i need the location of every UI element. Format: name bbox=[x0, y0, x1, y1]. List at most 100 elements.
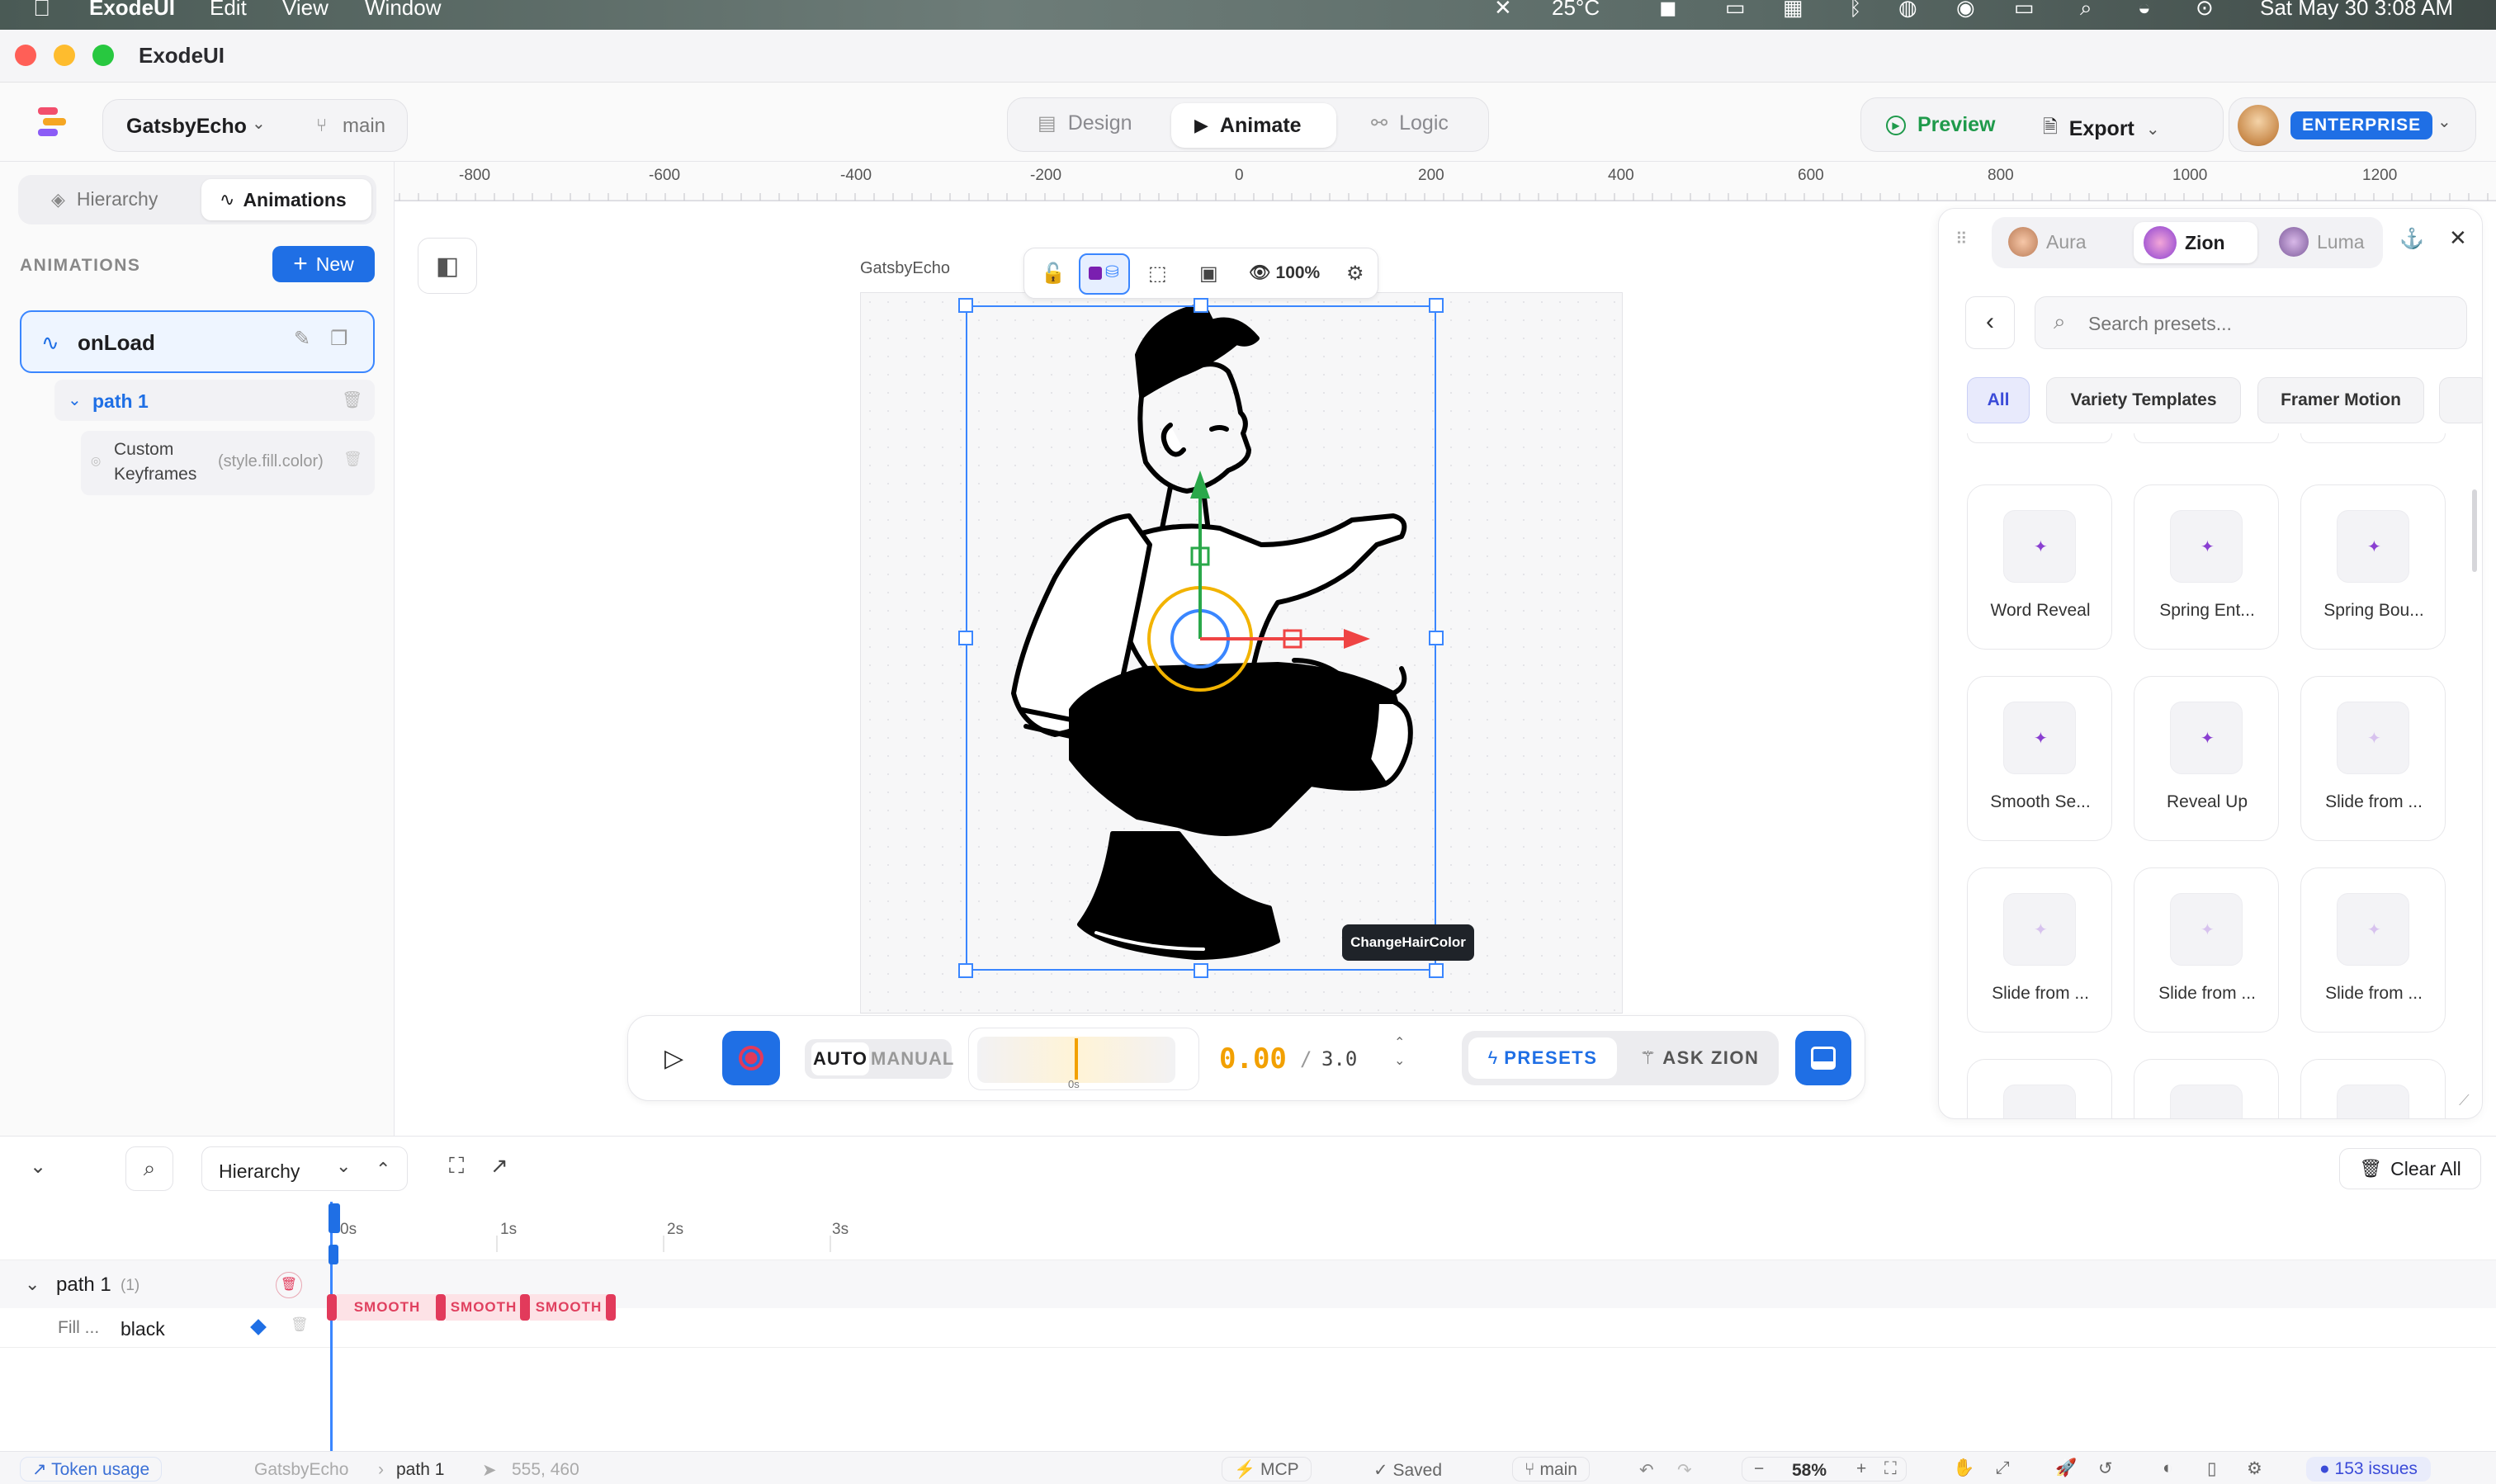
menu-app-name[interactable]: ExodeUI bbox=[89, 0, 175, 21]
project-selector[interactable]: GatsbyEcho ⌄ ⑂ main bbox=[102, 99, 408, 152]
delete-track-icon[interactable]: 🗑 bbox=[276, 1272, 302, 1298]
clear-all-button[interactable]: 🗑 Clear All bbox=[2339, 1148, 2481, 1189]
zoom-window-button[interactable] bbox=[92, 45, 114, 66]
keyframe-marker[interactable] bbox=[327, 1294, 337, 1321]
keyframe-item[interactable]: ◎ Custom Keyframes (style.fill.color) 🗑 bbox=[81, 431, 375, 495]
preset-card[interactable]: ✦ Word Reveal bbox=[1967, 484, 2112, 650]
drag-handle-icon[interactable]: ⠿ bbox=[1955, 229, 1968, 249]
preview-button[interactable]: ▶ Preview bbox=[1886, 113, 1996, 137]
search-button[interactable]: ⌕ bbox=[125, 1146, 173, 1191]
duration-stepper[interactable]: ⌃ ⌄ bbox=[1394, 1034, 1405, 1070]
preset-card[interactable] bbox=[2300, 1059, 2446, 1118]
fullscreen-icon[interactable]: ⤢ bbox=[1996, 1458, 2010, 1478]
crop-icon[interactable]: ⬚ bbox=[1148, 262, 1167, 286]
easing-segment[interactable]: SMOOTH bbox=[530, 1294, 607, 1321]
resize-handle[interactable] bbox=[1194, 963, 1208, 978]
fit-screen-icon[interactable]: ⛶ bbox=[1884, 1459, 1897, 1479]
chip-variety-templates[interactable]: Variety Templates bbox=[2046, 377, 2241, 423]
weather-temperature[interactable]: 25°C bbox=[1552, 0, 1600, 21]
path-item[interactable]: ⌄ path 1 🗑 bbox=[54, 380, 375, 421]
auto-manual-toggle[interactable]: AUTO MANUAL bbox=[805, 1039, 953, 1079]
book-icon[interactable]: ▯ bbox=[2207, 1458, 2217, 1479]
history-icon[interactable]: ↺ bbox=[2098, 1458, 2113, 1479]
unlock-icon[interactable]: 🔓 bbox=[1041, 262, 1066, 286]
time-ruler[interactable]: 0s 1s 2s 3s bbox=[0, 1203, 2496, 1260]
minimize-window-button[interactable] bbox=[54, 45, 75, 66]
tab-animations[interactable]: ∿ Animations bbox=[201, 179, 371, 220]
menu-window[interactable]: Window bbox=[365, 0, 441, 21]
fit-icon[interactable]: ⛶ bbox=[449, 1153, 464, 1179]
apple-icon[interactable]:  bbox=[33, 0, 50, 21]
easing-segment[interactable]: SMOOTH bbox=[446, 1294, 522, 1321]
preset-card[interactable]: ✦ Spring Ent... bbox=[2134, 484, 2279, 650]
trash-icon[interactable]: 🗑 bbox=[342, 390, 362, 410]
toggle-sidebar-button[interactable]: ◧ bbox=[418, 238, 477, 294]
search-icon[interactable]: ⌕ bbox=[2080, 0, 2092, 21]
zoom-out-icon[interactable]: − bbox=[1754, 1459, 1764, 1479]
clock[interactable]: Sat May 30 3:08 AM bbox=[2260, 0, 2453, 21]
panel-toggle-button[interactable] bbox=[1795, 1031, 1851, 1085]
control-center-icon[interactable]: ◒ bbox=[2138, 0, 2151, 21]
expand-icon[interactable]: ↗ bbox=[490, 1153, 508, 1179]
resize-handle[interactable] bbox=[1429, 298, 1444, 313]
preset-card[interactable]: ✦ Slide from ... bbox=[2300, 867, 2446, 1033]
resize-handle[interactable] bbox=[958, 963, 973, 978]
resize-handle[interactable] bbox=[1429, 631, 1444, 645]
playhead[interactable] bbox=[330, 1202, 333, 1451]
chip-framer-motion[interactable]: Framer Motion bbox=[2257, 377, 2424, 423]
theme-icon[interactable]: ◐ bbox=[2163, 1458, 2173, 1478]
preset-card[interactable]: ✦ Slide from ... bbox=[2300, 676, 2446, 841]
mcp-button[interactable]: ⚡ MCP bbox=[1222, 1457, 1312, 1482]
tab-logic[interactable]: ⚯ Logic bbox=[1371, 111, 1449, 135]
menu-view[interactable]: View bbox=[282, 0, 329, 21]
back-button[interactable]: ‹ bbox=[1965, 296, 2015, 349]
animation-item-onload[interactable]: ∿ onLoad ✎ ❐ bbox=[20, 310, 375, 373]
breadcrumb-path[interactable]: path 1 bbox=[396, 1460, 444, 1480]
wifi-icon[interactable]: ◍ bbox=[1898, 0, 1917, 21]
battery-icon[interactable]: ▭ bbox=[2014, 0, 2035, 21]
preset-card[interactable] bbox=[2134, 1059, 2279, 1118]
tab-design[interactable]: ▤ Design bbox=[1038, 111, 1132, 135]
app-logo-icon[interactable] bbox=[35, 104, 71, 140]
preset-card[interactable]: ✦ Spring Bou... bbox=[2300, 484, 2446, 650]
keyframe-marker[interactable] bbox=[520, 1294, 530, 1321]
branch-button[interactable]: ⑂ main bbox=[1512, 1457, 1590, 1482]
settings-sliders-icon[interactable]: ⚙ bbox=[1346, 262, 1364, 286]
export-button[interactable]: 🗎 Export ⌄ bbox=[2043, 113, 2160, 144]
record-button[interactable] bbox=[722, 1031, 780, 1085]
bluetooth-icon[interactable]: ᛒ bbox=[1849, 0, 1862, 21]
user-icon[interactable]: ◉ bbox=[1956, 0, 1975, 21]
preset-card[interactable] bbox=[1967, 1059, 2112, 1118]
trash-icon[interactable]: 🗑 bbox=[291, 1316, 309, 1333]
fill-color-button[interactable]: ⛁ bbox=[1079, 253, 1130, 295]
breadcrumb-project[interactable]: GatsbyEcho bbox=[254, 1460, 348, 1480]
chevron-down-icon[interactable]: ⌄ bbox=[25, 1274, 40, 1295]
avatar[interactable] bbox=[2238, 105, 2279, 146]
grid-icon[interactable]: ▦ bbox=[1783, 0, 1803, 21]
keyframe-marker[interactable] bbox=[436, 1294, 446, 1321]
presets-button[interactable]: ϟ PRESETS bbox=[1468, 1037, 1617, 1079]
tab-zion[interactable]: Zion bbox=[2134, 222, 2257, 263]
token-usage-button[interactable]: ↗ Token usage bbox=[20, 1457, 163, 1482]
gear-icon[interactable]: ⚙ bbox=[2247, 1458, 2262, 1479]
status-icon[interactable]: ◼ bbox=[1659, 0, 1677, 21]
issues-button[interactable]: ● 153 issues bbox=[2306, 1457, 2431, 1482]
preset-card[interactable]: ✦ Slide from ... bbox=[2134, 867, 2279, 1033]
preset-card[interactable]: ✦ Reveal Up bbox=[2134, 676, 2279, 841]
view-select[interactable]: Hierarchy ⌄ ⌃ bbox=[201, 1146, 408, 1191]
ask-zion-button[interactable]: ⚚ ASK ZION bbox=[1627, 1037, 1772, 1079]
display-icon[interactable]: ▭ bbox=[1725, 0, 1746, 21]
play-icon[interactable]: ▷ bbox=[664, 1044, 683, 1073]
resize-corner-icon[interactable]: ⟋ bbox=[2459, 1092, 2470, 1109]
edit-icon[interactable]: ✎ bbox=[294, 327, 310, 351]
trash-icon[interactable]: 🗑 bbox=[343, 451, 362, 468]
keyframe-diamond-icon[interactable] bbox=[250, 1319, 267, 1335]
chevron-down-icon[interactable]: ⌄ bbox=[30, 1155, 46, 1179]
close-window-button[interactable] bbox=[15, 45, 36, 66]
hand-icon[interactable]: ✋ bbox=[1953, 1458, 1974, 1478]
keyframe-marker[interactable] bbox=[606, 1294, 616, 1321]
transform-gizmo[interactable] bbox=[1139, 462, 1387, 710]
playhead-handle[interactable] bbox=[329, 1203, 340, 1233]
resize-handle[interactable] bbox=[958, 298, 973, 313]
auto-option[interactable]: AUTO bbox=[811, 1042, 869, 1075]
